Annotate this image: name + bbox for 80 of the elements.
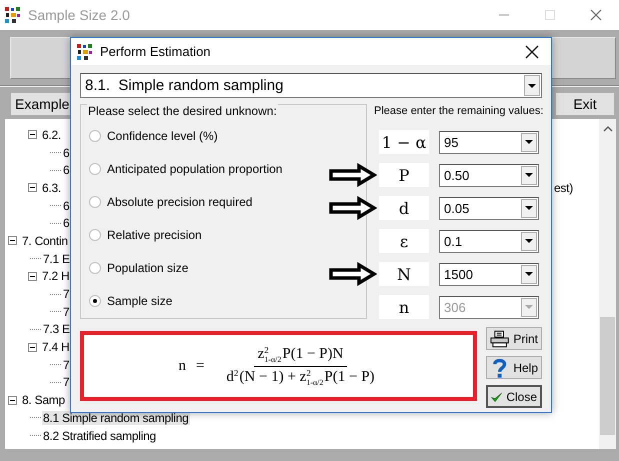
- symbol-label: P: [379, 163, 429, 187]
- tree-item[interactable]: 7: [62, 304, 70, 319]
- method-dropdown[interactable]: 8.1. Simple random sampling: [80, 73, 542, 98]
- value-dropdown[interactable]: 0.1: [439, 230, 539, 252]
- equals-sign: =: [196, 358, 204, 374]
- radio-label[interactable]: Anticipated population proportion: [107, 162, 282, 176]
- value-dropdown[interactable]: 0.05: [439, 196, 539, 220]
- caret-icon: [525, 272, 533, 276]
- collapse-icon[interactable]: [28, 130, 37, 140]
- symbol-label: n: [379, 295, 429, 319]
- tree-item[interactable]: 7. Contin: [21, 234, 69, 248]
- radio-label[interactable]: Population size: [107, 260, 188, 274]
- symbol-label: N: [379, 262, 429, 286]
- radio-button[interactable]: [89, 294, 101, 306]
- print-button[interactable]: Print: [486, 327, 542, 350]
- tree-item[interactable]: 7.1 E: [42, 252, 71, 266]
- radio-button[interactable]: [89, 196, 101, 208]
- caret-icon: [525, 239, 533, 243]
- dropdown-button[interactable]: [521, 264, 537, 284]
- radio-label[interactable]: Confidence level (%): [107, 128, 218, 142]
- symbol-label: d: [379, 196, 429, 220]
- dropdown-button[interactable]: [521, 132, 537, 152]
- values-title: Please enter the remaining values:: [374, 105, 542, 119]
- tree-item[interactable]: 6.2.: [41, 128, 62, 142]
- tree-item[interactable]: 6: [62, 146, 70, 160]
- value-dropdown[interactable]: 0.50: [439, 164, 539, 186]
- dialog-title: Perform Estimation: [100, 44, 211, 59]
- dropdown-button[interactable]: [524, 75, 540, 96]
- caret-icon: [525, 305, 533, 309]
- toolbar-button[interactable]: Exit: [555, 92, 615, 116]
- caret-icon: [525, 140, 533, 144]
- close-button[interactable]: Close: [486, 385, 542, 408]
- symbol-label: 1 − α: [379, 130, 429, 154]
- collapse-icon[interactable]: [28, 342, 37, 352]
- collapse-icon[interactable]: [8, 396, 17, 405]
- caret-icon: [525, 173, 533, 177]
- printer-icon: [490, 330, 510, 348]
- radio-button[interactable]: [89, 130, 101, 142]
- close-icon[interactable]: [525, 44, 539, 58]
- tree-item[interactable]: 8.2 Stratified sampling: [42, 428, 157, 443]
- tree-item[interactable]: 7: [62, 375, 70, 390]
- radio-label[interactable]: Relative precision: [107, 228, 202, 242]
- app-icon: [4, 6, 22, 24]
- maximize-icon: [544, 9, 556, 21]
- symbol-label: ε: [379, 229, 429, 253]
- help-button[interactable]: Help: [486, 356, 542, 379]
- app-icon: [76, 42, 94, 60]
- group-title: Please select the desired unknown:: [87, 104, 278, 118]
- radio-button[interactable]: [89, 228, 101, 240]
- caret-icon: [525, 206, 533, 210]
- tree-item[interactable]: 7: [62, 358, 70, 372]
- tree-item[interactable]: 6: [62, 163, 70, 178]
- tree-item[interactable]: 6: [62, 198, 70, 213]
- tree-item-text: est): [554, 180, 574, 195]
- tree-item[interactable]: 6.3.: [41, 180, 62, 195]
- tree-item[interactable]: 7.4 H: [41, 340, 70, 354]
- dropdown-button[interactable]: [521, 166, 537, 184]
- scroll-up-icon[interactable]: [602, 125, 612, 133]
- dropdown-button[interactable]: [521, 232, 537, 250]
- radio-button[interactable]: [89, 162, 101, 174]
- scrollbar[interactable]: [599, 119, 616, 449]
- dropdown-button[interactable]: [521, 198, 537, 218]
- collapse-icon[interactable]: [8, 236, 17, 246]
- radio-label[interactable]: Absolute precision required: [107, 194, 252, 208]
- tree-item[interactable]: 8. Samp: [21, 393, 66, 408]
- caret-icon: [528, 84, 536, 88]
- tree-item[interactable]: 6: [62, 216, 70, 230]
- radio-label[interactable]: Sample size: [107, 294, 172, 308]
- tree-item[interactable]: 7: [62, 287, 70, 302]
- value-dropdown[interactable]: 95: [439, 130, 539, 154]
- scroll-thumb[interactable]: [600, 317, 615, 435]
- collapse-icon[interactable]: [28, 183, 37, 192]
- radio-button[interactable]: [89, 262, 101, 274]
- close-icon: [590, 9, 602, 21]
- collapse-icon[interactable]: [28, 272, 37, 281]
- tree-item[interactable]: 7.3 E: [42, 322, 71, 336]
- formula-variable: n: [178, 358, 186, 374]
- tree-item[interactable]: 7.2 H: [41, 269, 70, 284]
- window-title: Sample Size 2.0: [28, 7, 130, 23]
- value-dropdown[interactable]: 1500: [439, 262, 539, 286]
